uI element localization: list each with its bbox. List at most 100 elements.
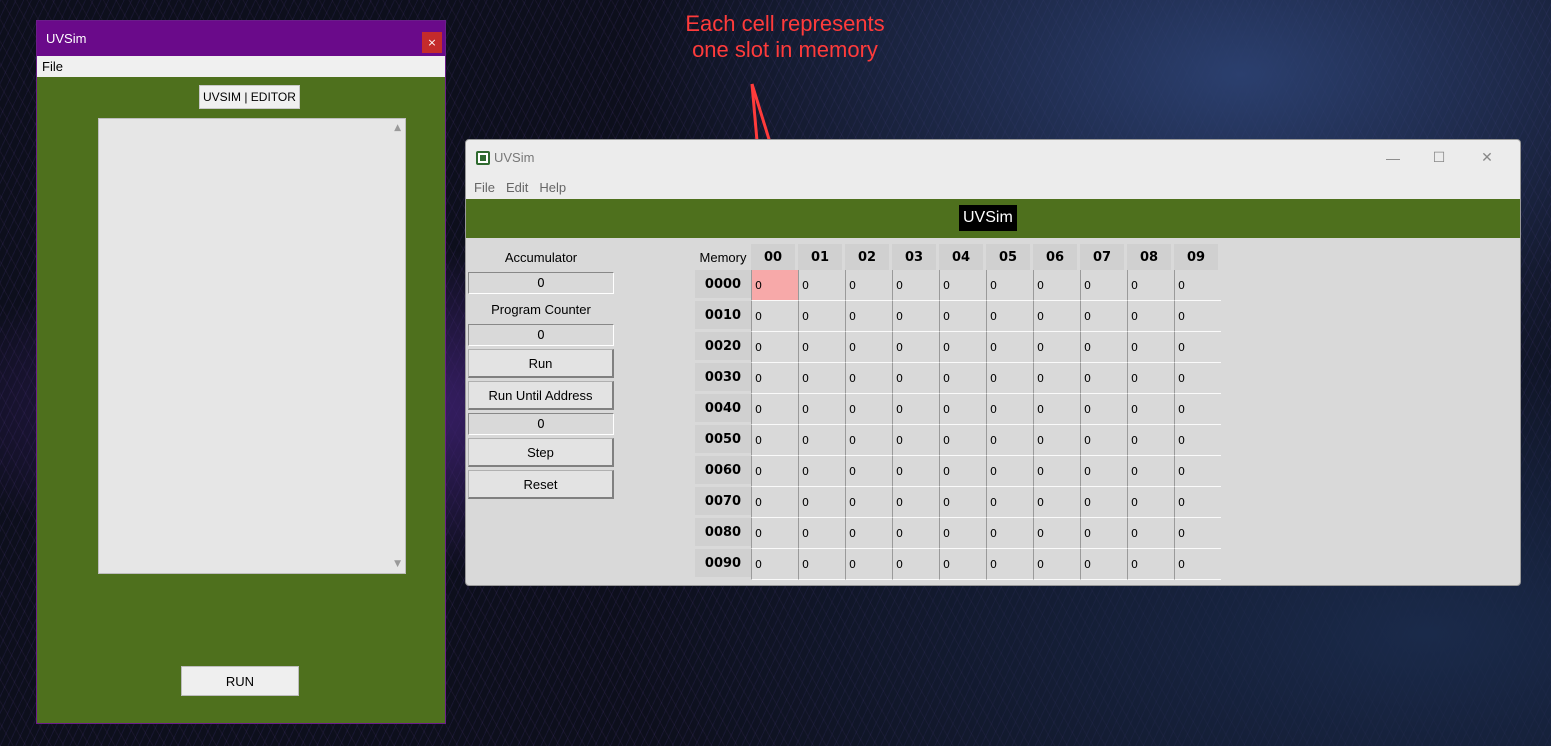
memory-cell[interactable]: 0: [1127, 549, 1174, 580]
memory-cell[interactable]: 0: [1127, 332, 1174, 363]
memory-cell[interactable]: 0: [1174, 425, 1221, 456]
memory-cell[interactable]: 0: [939, 301, 986, 332]
menu-file[interactable]: File: [474, 180, 495, 195]
memory-cell[interactable]: 0: [986, 301, 1033, 332]
memory-cell[interactable]: 0: [1080, 394, 1127, 425]
memory-cell[interactable]: 0: [1033, 456, 1080, 487]
memory-cell[interactable]: 0: [751, 456, 798, 487]
memory-cell[interactable]: 0: [751, 394, 798, 425]
memory-cell[interactable]: 0: [1033, 332, 1080, 363]
memory-cell[interactable]: 0: [751, 332, 798, 363]
memory-cell[interactable]: 0: [845, 518, 892, 549]
memory-cell[interactable]: 0: [1080, 487, 1127, 518]
memory-cell[interactable]: 0: [986, 425, 1033, 456]
memory-cell[interactable]: 0: [1080, 270, 1127, 301]
memory-cell[interactable]: 0: [751, 270, 798, 301]
memory-cell[interactable]: 0: [1080, 332, 1127, 363]
memory-cell[interactable]: 0: [751, 363, 798, 394]
memory-cell[interactable]: 0: [939, 270, 986, 301]
reset-button[interactable]: Reset: [468, 470, 614, 499]
memory-cell[interactable]: 0: [751, 518, 798, 549]
memory-cell[interactable]: 0: [798, 270, 845, 301]
memory-cell[interactable]: 0: [1127, 425, 1174, 456]
memory-cell[interactable]: 0: [751, 301, 798, 332]
memory-cell[interactable]: 0: [1174, 332, 1221, 363]
memory-cell[interactable]: 0: [939, 363, 986, 394]
memory-cell[interactable]: 0: [939, 332, 986, 363]
memory-cell[interactable]: 0: [892, 301, 939, 332]
memory-cell[interactable]: 0: [751, 425, 798, 456]
memory-cell[interactable]: 0: [892, 363, 939, 394]
memory-cell[interactable]: 0: [1127, 518, 1174, 549]
memory-cell[interactable]: 0: [939, 425, 986, 456]
memory-cell[interactable]: 0: [939, 518, 986, 549]
memory-cell[interactable]: 0: [986, 487, 1033, 518]
memory-cell[interactable]: 0: [1174, 456, 1221, 487]
memory-cell[interactable]: 0: [798, 332, 845, 363]
memory-cell[interactable]: 0: [751, 549, 798, 580]
memory-cell[interactable]: 0: [986, 332, 1033, 363]
memory-cell[interactable]: 0: [845, 425, 892, 456]
memory-cell[interactable]: 0: [845, 332, 892, 363]
memory-cell[interactable]: 0: [986, 270, 1033, 301]
menu-help[interactable]: Help: [539, 180, 566, 195]
memory-cell[interactable]: 0: [1080, 301, 1127, 332]
memory-cell[interactable]: 0: [1080, 363, 1127, 394]
memory-cell[interactable]: 0: [798, 487, 845, 518]
memory-cell[interactable]: 0: [798, 363, 845, 394]
memory-cell[interactable]: 0: [845, 487, 892, 518]
memory-cell[interactable]: 0: [986, 394, 1033, 425]
memory-cell[interactable]: 0: [1127, 363, 1174, 394]
memory-cell[interactable]: 0: [845, 549, 892, 580]
memory-cell[interactable]: 0: [986, 549, 1033, 580]
minimize-icon[interactable]: —: [1370, 140, 1416, 175]
memory-cell[interactable]: 0: [845, 301, 892, 332]
memory-cell[interactable]: 0: [939, 487, 986, 518]
memory-cell[interactable]: 0: [1174, 549, 1221, 580]
memory-cell[interactable]: 0: [986, 363, 1033, 394]
memory-cell[interactable]: 0: [892, 518, 939, 549]
memory-cell[interactable]: 0: [1033, 549, 1080, 580]
memory-cell[interactable]: 0: [1174, 518, 1221, 549]
run-button[interactable]: Run: [468, 349, 614, 378]
run-until-address-input[interactable]: 0: [468, 413, 614, 435]
close-icon[interactable]: ✕: [1464, 140, 1510, 175]
memory-cell[interactable]: 0: [1174, 363, 1221, 394]
memory-cell[interactable]: 0: [751, 487, 798, 518]
memory-cell[interactable]: 0: [1033, 394, 1080, 425]
step-button[interactable]: Step: [468, 438, 614, 467]
editor-menu-file[interactable]: File: [42, 59, 63, 74]
memory-cell[interactable]: 0: [892, 332, 939, 363]
memory-cell[interactable]: 0: [1127, 301, 1174, 332]
memory-cell[interactable]: 0: [892, 487, 939, 518]
scroll-up-icon[interactable]: ▲: [394, 123, 401, 133]
memory-cell[interactable]: 0: [1080, 425, 1127, 456]
memory-cell[interactable]: 0: [939, 394, 986, 425]
memory-cell[interactable]: 0: [798, 394, 845, 425]
memory-cell[interactable]: 0: [798, 549, 845, 580]
run-until-address-button[interactable]: Run Until Address: [468, 381, 614, 410]
menu-edit[interactable]: Edit: [506, 180, 528, 195]
memory-cell[interactable]: 0: [1033, 518, 1080, 549]
memory-cell[interactable]: 0: [1174, 270, 1221, 301]
memory-cell[interactable]: 0: [892, 270, 939, 301]
memory-cell[interactable]: 0: [892, 456, 939, 487]
memory-cell[interactable]: 0: [1127, 456, 1174, 487]
memory-cell[interactable]: 0: [1080, 456, 1127, 487]
memory-cell[interactable]: 0: [845, 363, 892, 394]
memory-cell[interactable]: 0: [939, 549, 986, 580]
memory-cell[interactable]: 0: [1174, 301, 1221, 332]
memory-cell[interactable]: 0: [892, 425, 939, 456]
scroll-down-icon[interactable]: ▼: [394, 559, 401, 569]
memory-cell[interactable]: 0: [1033, 301, 1080, 332]
editor-textarea[interactable]: ▲ ▼: [98, 118, 406, 574]
memory-cell[interactable]: 0: [798, 456, 845, 487]
memory-cell[interactable]: 0: [845, 394, 892, 425]
memory-cell[interactable]: 0: [1033, 425, 1080, 456]
memory-cell[interactable]: 0: [1033, 270, 1080, 301]
memory-cell[interactable]: 0: [986, 456, 1033, 487]
memory-cell[interactable]: 0: [1127, 270, 1174, 301]
memory-cell[interactable]: 0: [1127, 394, 1174, 425]
memory-cell[interactable]: 0: [892, 549, 939, 580]
memory-cell[interactable]: 0: [1080, 549, 1127, 580]
